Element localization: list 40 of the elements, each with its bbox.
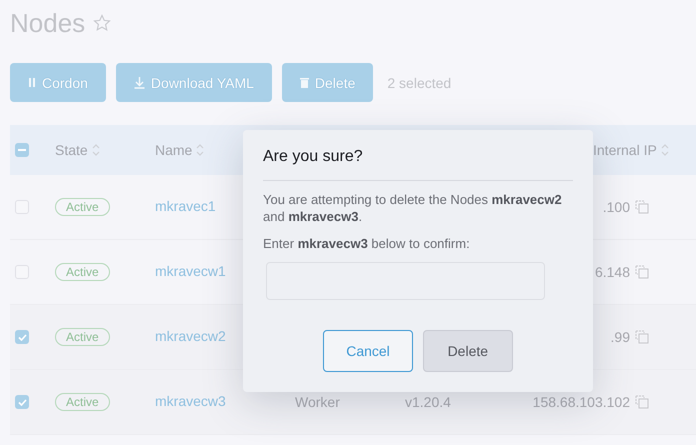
node-name-link[interactable]: mkravecw1 bbox=[145, 263, 226, 279]
state-badge: Active bbox=[55, 393, 110, 411]
ip-address: 158.68.103.102 bbox=[532, 394, 630, 410]
check-icon bbox=[18, 334, 26, 340]
select-all-checkbox[interactable] bbox=[15, 143, 29, 157]
sort-icon bbox=[660, 144, 669, 156]
toolbar-button[interactable]: Cordon bbox=[10, 63, 106, 102]
confirm-prompt: Enter mkravecw3 below to confirm: bbox=[263, 235, 471, 252]
ip-address: .100 bbox=[602, 199, 630, 215]
version-text: v1.20.4 bbox=[404, 394, 452, 410]
row-checkbox[interactable] bbox=[15, 395, 29, 409]
node-name-link[interactable]: mkravecw3 bbox=[145, 393, 226, 409]
minus-icon bbox=[18, 149, 26, 151]
role-text: Worker bbox=[294, 394, 341, 410]
dialog-title: Are you sure? bbox=[263, 148, 573, 181]
toolbar-button[interactable]: Delete bbox=[282, 63, 374, 102]
state-badge: Active bbox=[55, 328, 110, 346]
dialog-button[interactable]: Cancel bbox=[323, 330, 413, 372]
star-icon[interactable] bbox=[93, 14, 112, 32]
copy-icon[interactable] bbox=[635, 200, 649, 214]
state-badge: Active bbox=[55, 263, 110, 281]
sort-icon bbox=[92, 144, 100, 156]
pause-icon bbox=[28, 78, 36, 87]
download-icon bbox=[134, 76, 145, 88]
toolbar-button[interactable]: Download YAML bbox=[116, 63, 272, 102]
ip-address: 6.148 bbox=[594, 264, 630, 280]
copy-icon[interactable] bbox=[635, 330, 649, 344]
dialog-button[interactable]: Delete bbox=[422, 330, 513, 372]
dialog-message: You are attempting to delete the Nodes mkravecw2 and mkravecw3. bbox=[263, 191, 563, 225]
node-name-link[interactable]: mkravecw2 bbox=[145, 328, 226, 344]
trash-icon bbox=[300, 77, 309, 88]
check-icon bbox=[18, 398, 26, 406]
state-badge: Active bbox=[55, 198, 110, 216]
node-name-link[interactable]: mkravec1 bbox=[145, 198, 216, 214]
copy-icon[interactable] bbox=[635, 395, 649, 409]
column-header[interactable]: State bbox=[45, 142, 145, 158]
ip-address: .99 bbox=[610, 329, 630, 345]
copy-icon[interactable] bbox=[635, 265, 649, 279]
row-checkbox[interactable] bbox=[15, 330, 29, 344]
sort-icon bbox=[196, 144, 204, 156]
